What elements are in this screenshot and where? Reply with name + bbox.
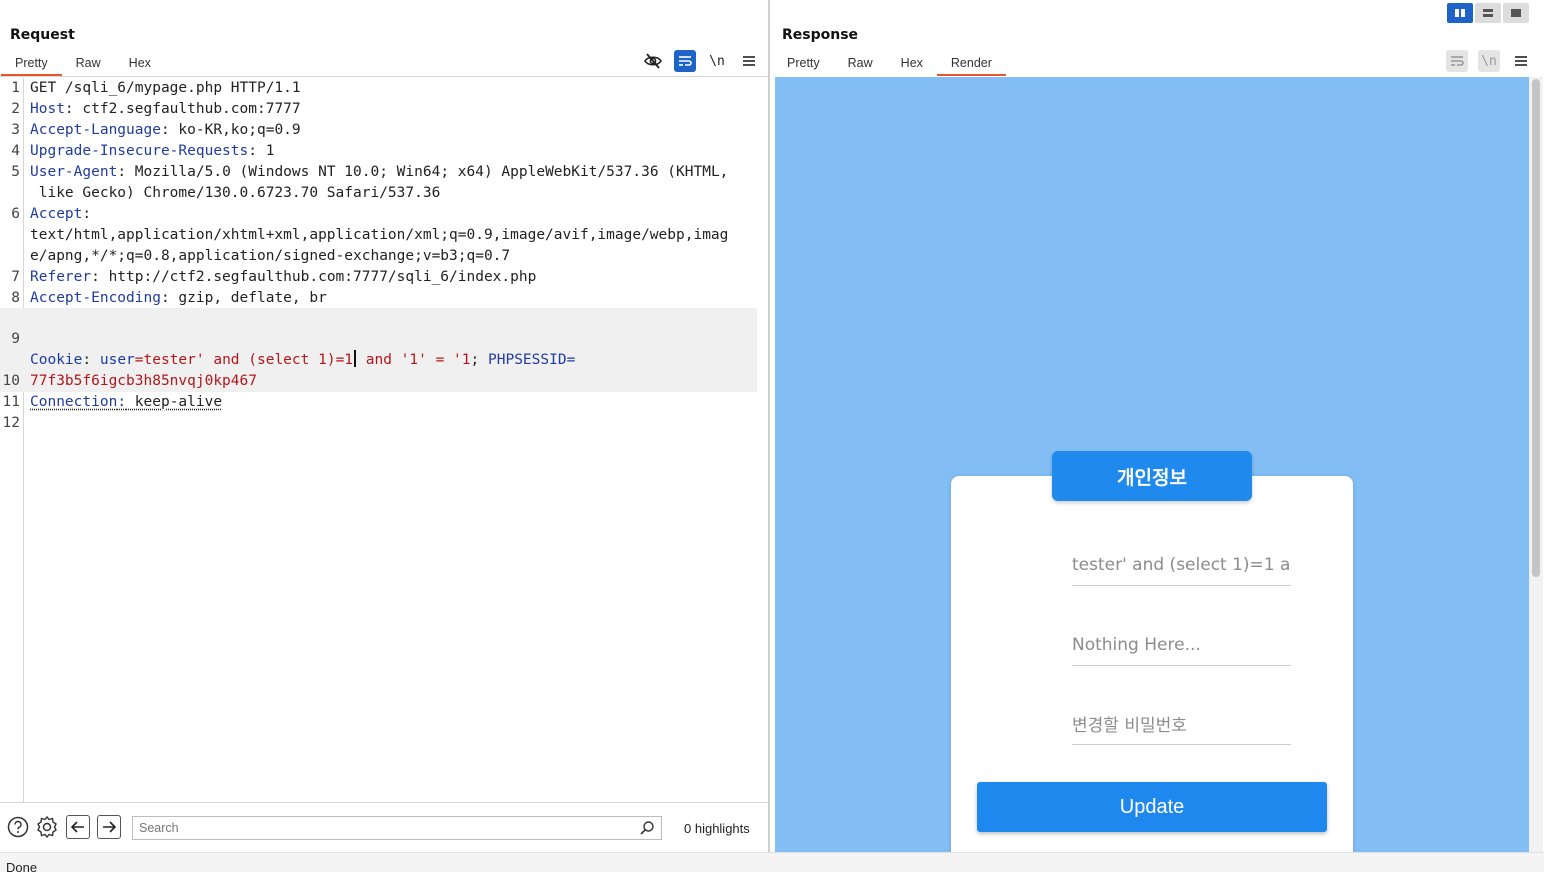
line-number: 5 <box>11 164 20 180</box>
request-tabs: Pretty Raw Hex <box>1 52 165 76</box>
split-horizontal-icon[interactable] <box>1447 3 1473 23</box>
forward-arrow-icon[interactable] <box>97 815 121 839</box>
menu-icon[interactable] <box>1510 50 1532 72</box>
request-title: Request <box>10 27 75 43</box>
header-value: GET /sqli_6/mypage.php HTTP/1.1 <box>30 80 301 96</box>
scrollbar-thumb[interactable] <box>1532 79 1540 577</box>
header-value: Mozilla/5.0 (Windows NT 10.0; Win64; x64… <box>126 164 729 180</box>
search-icon[interactable] <box>639 820 655 839</box>
header-separator: : <box>117 164 127 180</box>
back-arrow-icon[interactable] <box>66 815 90 839</box>
search-box <box>132 816 662 840</box>
new-password-field[interactable]: 변경할 비밀번호 <box>1072 703 1291 745</box>
line-number: 4 <box>11 143 20 159</box>
header-key: Referer <box>30 269 92 285</box>
highlights-count: 0 highlights <box>684 821 750 836</box>
header-key: Accept-Encoding <box>30 290 161 306</box>
update-button[interactable]: Update <box>977 782 1327 832</box>
tab-pretty[interactable]: Pretty <box>1 52 62 76</box>
tab-hex[interactable]: Hex <box>115 52 165 76</box>
word-wrap-icon[interactable] <box>674 50 696 72</box>
header-value: 1 <box>256 143 275 159</box>
request-bottom-bar: 0 highlights <box>0 802 768 852</box>
word-wrap-icon[interactable] <box>1446 50 1468 72</box>
info-field[interactable]: Nothing Here... <box>1072 624 1291 666</box>
code-line-empty: 12 <box>0 392 760 455</box>
header-value: like Gecko) Chrome/130.0.6723.70 Safari/… <box>30 185 441 201</box>
header-value: http://ctf2.segfaulthub.com:7777/sqli_6/… <box>99 269 537 285</box>
header-separator: : <box>160 290 170 306</box>
burp-repeater: Request Pretty Raw Hex \n 1 GET /sqli_6/m… <box>0 0 1544 872</box>
tab-hex[interactable]: Hex <box>887 52 937 76</box>
tab-divider <box>0 76 768 77</box>
search-input[interactable] <box>133 817 623 839</box>
hide-eye-icon[interactable] <box>642 50 664 72</box>
line-number: 7 <box>11 269 20 285</box>
line-number: 1 <box>11 80 20 96</box>
header-key: User-Agent <box>30 164 118 180</box>
card-header: 개인정보 <box>1052 451 1252 501</box>
layout-buttons <box>1447 3 1529 23</box>
help-icon[interactable] <box>6 815 30 839</box>
status-bar: Done <box>0 852 1544 872</box>
split-vertical-icon[interactable] <box>1475 3 1501 23</box>
settings-gear-icon[interactable] <box>35 815 59 839</box>
line-number: 6 <box>11 206 20 222</box>
header-value: gzip, deflate, br <box>169 290 327 306</box>
header-value: ko-KR,ko;q=0.9 <box>169 122 301 138</box>
header-key: Upgrade-Insecure-Requests <box>30 143 249 159</box>
tab-render[interactable]: Render <box>936 52 1006 76</box>
tab-pretty[interactable]: Pretty <box>773 52 834 76</box>
header-separator: : <box>248 143 257 159</box>
tabs-view-icon[interactable] <box>1503 3 1529 23</box>
request-pane: Request Pretty Raw Hex \n 1 GET /sqli_6/m… <box>0 0 768 852</box>
request-editor[interactable]: 1 GET /sqli_6/mypage.php HTTP/1.1 2 Host: c… <box>0 78 768 802</box>
line-number: 2 <box>11 101 20 117</box>
request-toolbar: \n <box>642 50 760 72</box>
header-value: text/html,application/xhtml+xml,applicat… <box>30 227 729 243</box>
line-number: 8 <box>11 290 20 306</box>
header-separator: : <box>64 101 74 117</box>
menu-icon[interactable] <box>738 50 760 72</box>
header-separator: : <box>160 122 170 138</box>
header-separator: : <box>91 269 100 285</box>
username-field[interactable]: tester' and (select 1)=1 and <box>1072 544 1291 586</box>
newline-toggle[interactable]: \n <box>706 50 728 72</box>
response-title: Response <box>782 27 859 43</box>
tab-raw[interactable]: Raw <box>834 52 887 76</box>
header-key: Accept <box>30 206 83 222</box>
header-value: ctf2.segfaulthub.com:7777 <box>73 101 301 117</box>
newline-toggle[interactable]: \n <box>1478 50 1500 72</box>
header-separator: : <box>82 206 92 222</box>
response-toolbar: \n <box>1446 50 1532 72</box>
render-view: 개인정보 tester' and (select 1)=1 and Nothin… <box>775 77 1529 852</box>
line-number: 12 <box>2 415 20 431</box>
header-value: e/apng,*/*;q=0.8,application/signed-exch… <box>30 248 511 264</box>
response-tabs: Pretty Raw Hex Render <box>773 52 1006 76</box>
response-pane: Response Pretty Raw Hex Render \n 개인정보 t… <box>770 0 1544 852</box>
header-key: Accept-Language <box>30 122 161 138</box>
render-scrollbar[interactable] <box>1529 77 1543 852</box>
header-key: Host <box>30 101 65 117</box>
line-number: 3 <box>11 122 20 138</box>
tab-raw[interactable]: Raw <box>62 52 115 76</box>
